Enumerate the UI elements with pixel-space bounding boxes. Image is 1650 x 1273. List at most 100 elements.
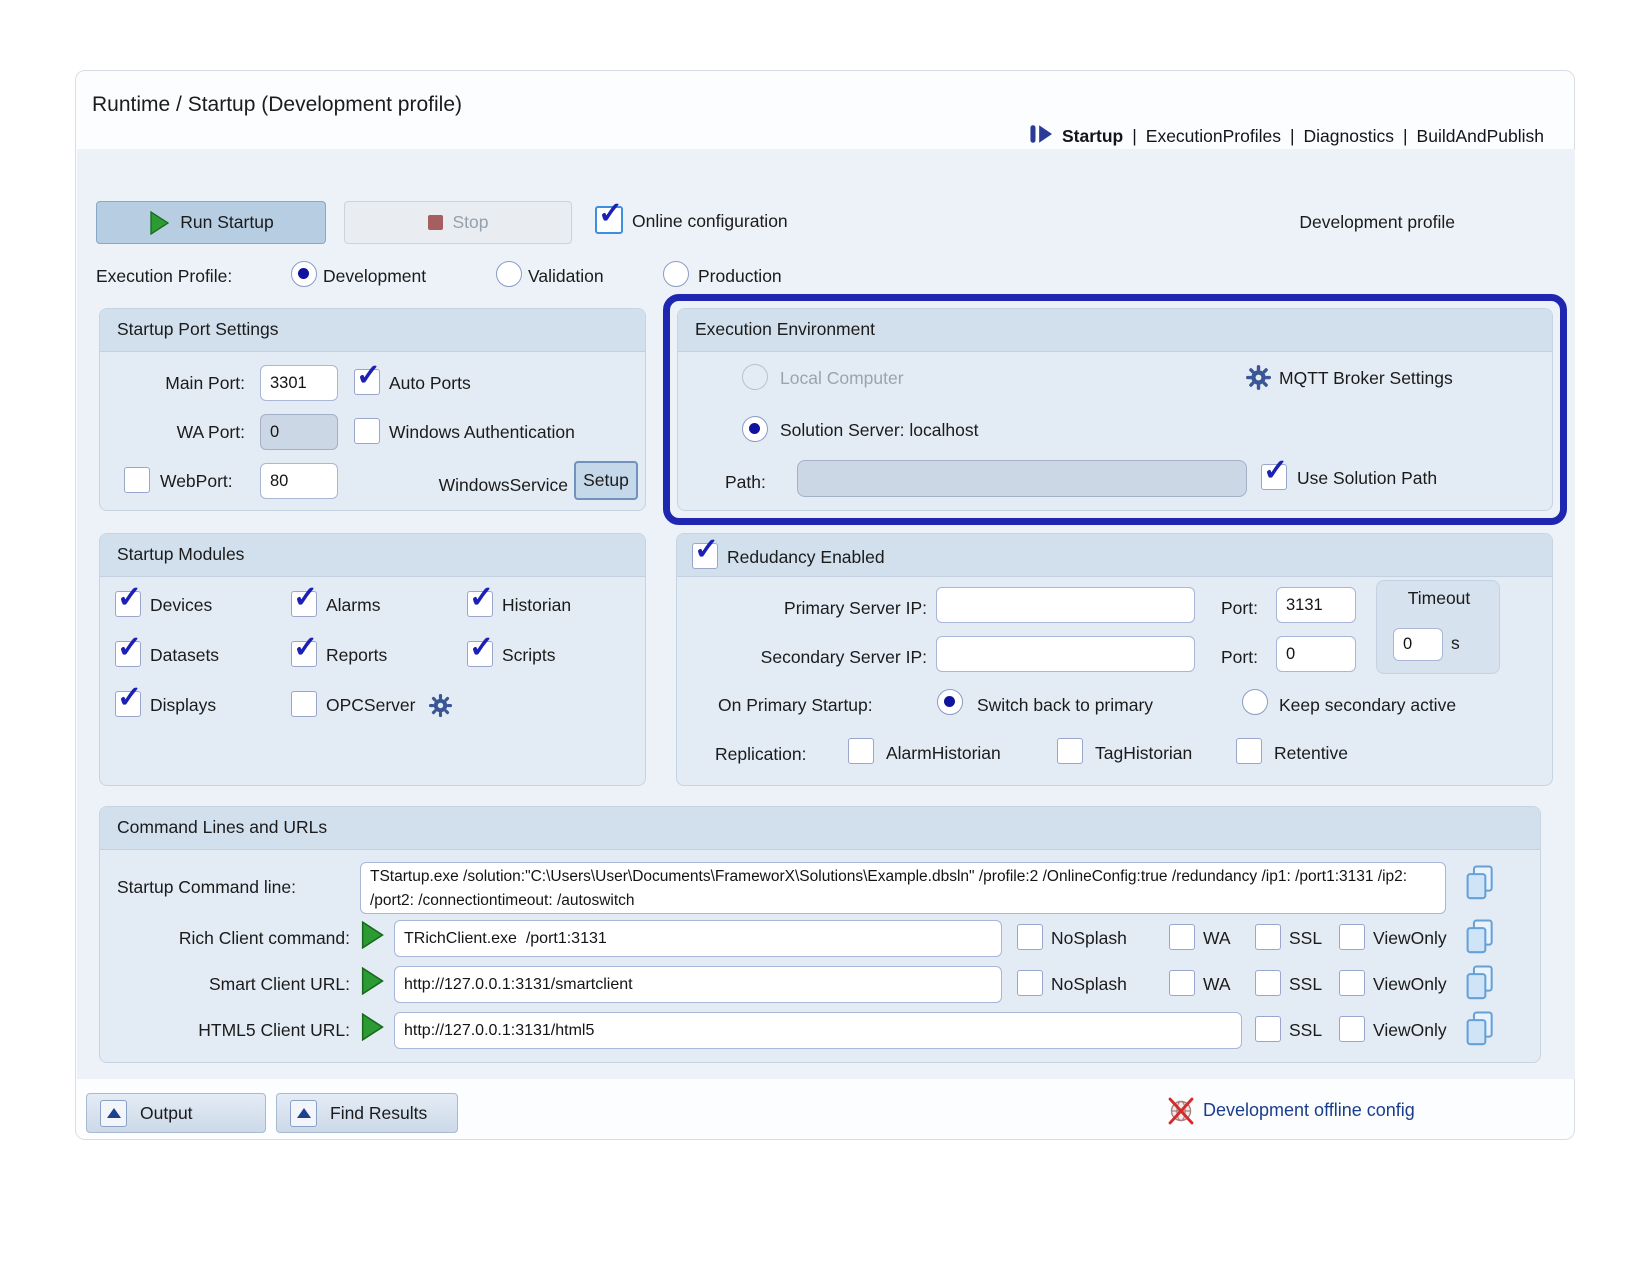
- redundancy-enabled-checkbox[interactable]: [692, 543, 718, 569]
- rich-wa-label: WA: [1203, 928, 1231, 949]
- tab-build-and-publish[interactable]: BuildAndPublish: [1417, 126, 1544, 147]
- module-devices-checkbox[interactable]: [115, 591, 141, 617]
- auto-ports-checkbox[interactable]: [354, 369, 380, 395]
- find-results-button[interactable]: Find Results: [276, 1093, 458, 1133]
- auto-ports-label: Auto Ports: [389, 373, 471, 394]
- radio-development-label: Development: [323, 266, 426, 287]
- html5-viewonly-checkbox[interactable]: [1339, 1016, 1365, 1042]
- rich-ssl-checkbox[interactable]: [1255, 924, 1281, 950]
- html5-client-run-icon[interactable]: [359, 1013, 385, 1046]
- windows-authentication-checkbox[interactable]: [354, 418, 380, 444]
- radio-validation[interactable]: [496, 261, 522, 287]
- rich-wa-checkbox[interactable]: [1169, 924, 1195, 950]
- module-opcserver-checkbox[interactable]: [291, 691, 317, 717]
- module-reports-checkbox[interactable]: [291, 641, 317, 667]
- rich-client-label: Rich Client command:: [100, 928, 350, 949]
- startup-modules-title: Startup Modules: [117, 544, 244, 565]
- module-historian-checkbox[interactable]: [467, 591, 493, 617]
- online-configuration-label: Online configuration: [632, 211, 788, 232]
- command-lines-group: Command Lines and URLs Startup Command l…: [99, 806, 1541, 1063]
- rich-viewonly-checkbox[interactable]: [1339, 924, 1365, 950]
- stop-label: Stop: [453, 212, 489, 233]
- radio-development[interactable]: [291, 261, 317, 287]
- offline-config-label[interactable]: Development offline config: [1203, 1100, 1415, 1121]
- smart-ssl-label: SSL: [1289, 974, 1322, 995]
- startup-modules-group: Startup Modules Devices Alarms Historian…: [99, 533, 646, 786]
- wa-port-label: WA Port:: [100, 422, 245, 443]
- switch-back-primary-label: Switch back to primary: [977, 695, 1153, 716]
- startup-command-input[interactable]: TStartup.exe /solution:"C:\Users\User\Do…: [360, 862, 1446, 914]
- rich-client-input[interactable]: [394, 920, 1002, 957]
- webport-checkbox[interactable]: [124, 467, 150, 493]
- rich-nosplash-checkbox[interactable]: [1017, 924, 1043, 950]
- html5-client-input[interactable]: [394, 1012, 1242, 1049]
- smart-ssl-checkbox[interactable]: [1255, 970, 1281, 996]
- copy-smart-client-icon[interactable]: [1462, 964, 1496, 1007]
- smart-nosplash-checkbox[interactable]: [1017, 970, 1043, 996]
- radio-production[interactable]: [663, 261, 689, 287]
- breadcrumb-play-icon: [1029, 123, 1053, 150]
- timeout-label: Timeout: [1377, 588, 1501, 609]
- breadcrumb-separator: |: [1290, 126, 1295, 147]
- primary-port-input[interactable]: [1276, 587, 1356, 623]
- copy-startup-command-icon[interactable]: [1462, 864, 1496, 907]
- smart-wa-checkbox[interactable]: [1169, 970, 1195, 996]
- module-devices-label: Devices: [150, 595, 212, 616]
- windows-service-setup-button[interactable]: Setup: [574, 461, 638, 500]
- main-port-input[interactable]: [260, 365, 338, 401]
- tag-historian-label: TagHistorian: [1095, 743, 1192, 764]
- replication-label: Replication:: [715, 744, 806, 765]
- run-startup-button[interactable]: Run Startup: [96, 201, 326, 244]
- timeout-unit-label: s: [1451, 633, 1460, 654]
- stop-button[interactable]: Stop: [344, 201, 572, 244]
- execution-environment-title: Execution Environment: [695, 319, 875, 340]
- mqtt-broker-settings-label[interactable]: MQTT Broker Settings: [1279, 368, 1453, 389]
- module-alarms-checkbox[interactable]: [291, 591, 317, 617]
- windows-authentication-label: Windows Authentication: [389, 422, 575, 443]
- secondary-ip-input[interactable]: [936, 636, 1195, 672]
- primary-port-label: Port:: [1221, 598, 1258, 619]
- tab-startup[interactable]: Startup: [1062, 126, 1123, 147]
- module-reports-label: Reports: [326, 645, 387, 666]
- webport-input[interactable]: [260, 463, 338, 499]
- html5-ssl-checkbox[interactable]: [1255, 1016, 1281, 1042]
- tab-diagnostics[interactable]: Diagnostics: [1304, 126, 1394, 147]
- smart-client-run-icon[interactable]: [359, 967, 385, 1000]
- radio-switch-back-primary[interactable]: [937, 689, 963, 715]
- startup-command-label: Startup Command line:: [117, 877, 296, 898]
- module-scripts-checkbox[interactable]: [467, 641, 493, 667]
- radio-solution-server[interactable]: [742, 416, 768, 442]
- use-solution-path-checkbox[interactable]: [1261, 464, 1287, 490]
- output-label: Output: [140, 1103, 193, 1124]
- html5-viewonly-label: ViewOnly: [1373, 1020, 1447, 1041]
- startup-port-settings-group: Startup Port Settings Main Port: Auto Po…: [99, 308, 646, 511]
- offline-globe-icon: [1166, 1095, 1196, 1130]
- mqtt-gear-icon[interactable]: [1245, 364, 1272, 396]
- smart-client-input[interactable]: [394, 966, 1002, 1003]
- opcserver-gear-icon[interactable]: [428, 693, 453, 723]
- output-button[interactable]: Output: [86, 1093, 266, 1133]
- tab-execution-profiles[interactable]: ExecutionProfiles: [1146, 126, 1281, 147]
- rich-client-run-icon[interactable]: [359, 921, 385, 954]
- copy-html5-client-icon[interactable]: [1462, 1010, 1496, 1053]
- breadcrumb: Startup | ExecutionProfiles | Diagnostic…: [1029, 123, 1544, 150]
- path-label: Path:: [725, 472, 766, 493]
- rich-ssl-label: SSL: [1289, 928, 1322, 949]
- solution-server-label: Solution Server: localhost: [780, 420, 978, 441]
- module-datasets-checkbox[interactable]: [115, 641, 141, 667]
- secondary-port-input[interactable]: [1276, 636, 1356, 672]
- alarm-historian-checkbox[interactable]: [848, 738, 874, 764]
- tag-historian-checkbox[interactable]: [1057, 738, 1083, 764]
- retentive-checkbox[interactable]: [1236, 738, 1262, 764]
- radio-keep-secondary[interactable]: [1242, 689, 1268, 715]
- radio-validation-label: Validation: [528, 266, 604, 287]
- module-displays-checkbox[interactable]: [115, 691, 141, 717]
- secondary-port-label: Port:: [1221, 647, 1258, 668]
- copy-rich-client-icon[interactable]: [1462, 918, 1496, 961]
- online-configuration-checkbox[interactable]: [595, 206, 623, 234]
- smart-viewonly-label: ViewOnly: [1373, 974, 1447, 995]
- primary-ip-input[interactable]: [936, 587, 1195, 623]
- timeout-input[interactable]: [1393, 628, 1443, 661]
- wa-port-input: [260, 414, 338, 450]
- smart-viewonly-checkbox[interactable]: [1339, 970, 1365, 996]
